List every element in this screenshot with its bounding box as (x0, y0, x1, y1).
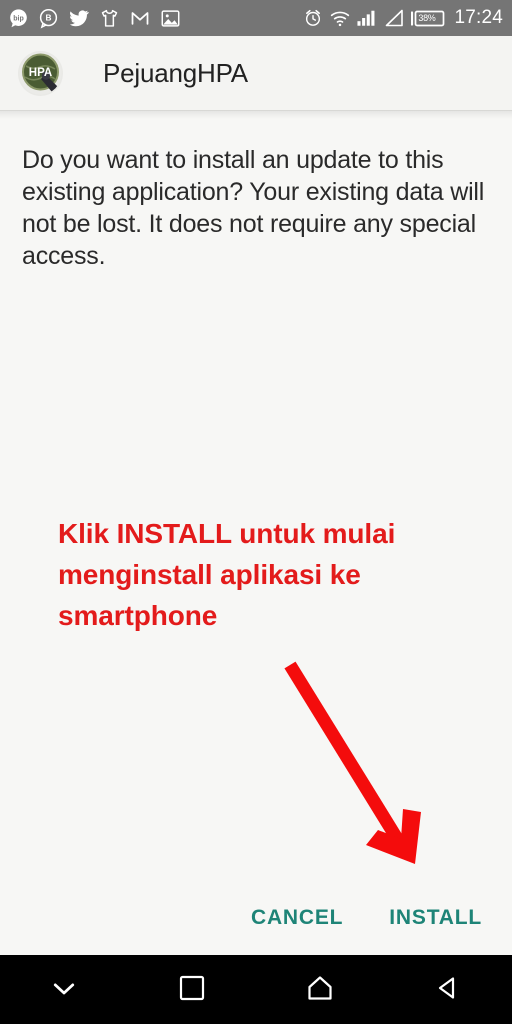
status-bar-notification-icons: bip B (8, 8, 181, 29)
install-dialog-body: Do you want to install an update to this… (0, 119, 512, 955)
status-bar-system-icons: 38% 17:24 (303, 7, 503, 29)
b-circle-icon: B (38, 8, 59, 29)
gmail-icon (129, 8, 151, 28)
system-navigation-bar (0, 955, 512, 1024)
svg-text:B: B (46, 12, 52, 22)
chevron-down-icon (49, 973, 79, 1006)
photo-gallery-icon (160, 8, 181, 29)
app-title: PejuangHPA (103, 57, 248, 88)
recents-button[interactable] (128, 955, 256, 1024)
status-bar: bip B 38% 17:24 (0, 0, 512, 36)
svg-text:bip: bip (13, 15, 24, 22)
bip-messenger-icon: bip (8, 8, 29, 29)
app-icon: HPA (18, 50, 63, 96)
square-icon (179, 975, 205, 1004)
dialog-message-text: Do you want to install an update to this… (22, 146, 485, 270)
home-icon (306, 974, 334, 1005)
signal-bars-icon (357, 9, 377, 27)
status-bar-clock: 17:24 (454, 7, 503, 28)
back-button[interactable] (384, 955, 512, 1024)
dialog-action-buttons: CANCEL INSTALL (0, 887, 512, 949)
signal-triangle-icon (384, 9, 404, 27)
alarm-clock-icon (303, 8, 323, 28)
app-header: HPA PejuangHPA (0, 36, 512, 110)
phone-screen: bip B 38% 17:24 HPA PejuangHPA Do you wa… (0, 0, 512, 1024)
red-arrow-pointing-to-install (270, 649, 450, 879)
svg-text:HPA: HPA (29, 67, 52, 79)
header-shadow (0, 111, 512, 119)
battery-percent-label: 38% (418, 13, 436, 23)
battery-icon: 38% (411, 10, 445, 27)
wifi-icon (330, 10, 350, 27)
cancel-button[interactable]: CANCEL (247, 900, 347, 936)
install-button[interactable]: INSTALL (385, 900, 486, 936)
twitter-icon (68, 8, 90, 28)
triangle-back-icon (435, 975, 461, 1004)
home-button[interactable] (256, 955, 384, 1024)
annotation-instruction-text: Klik INSTALL untuk mulai menginstall apl… (58, 518, 396, 631)
shirt-icon (99, 8, 120, 29)
hide-keyboard-button[interactable] (0, 955, 128, 1024)
